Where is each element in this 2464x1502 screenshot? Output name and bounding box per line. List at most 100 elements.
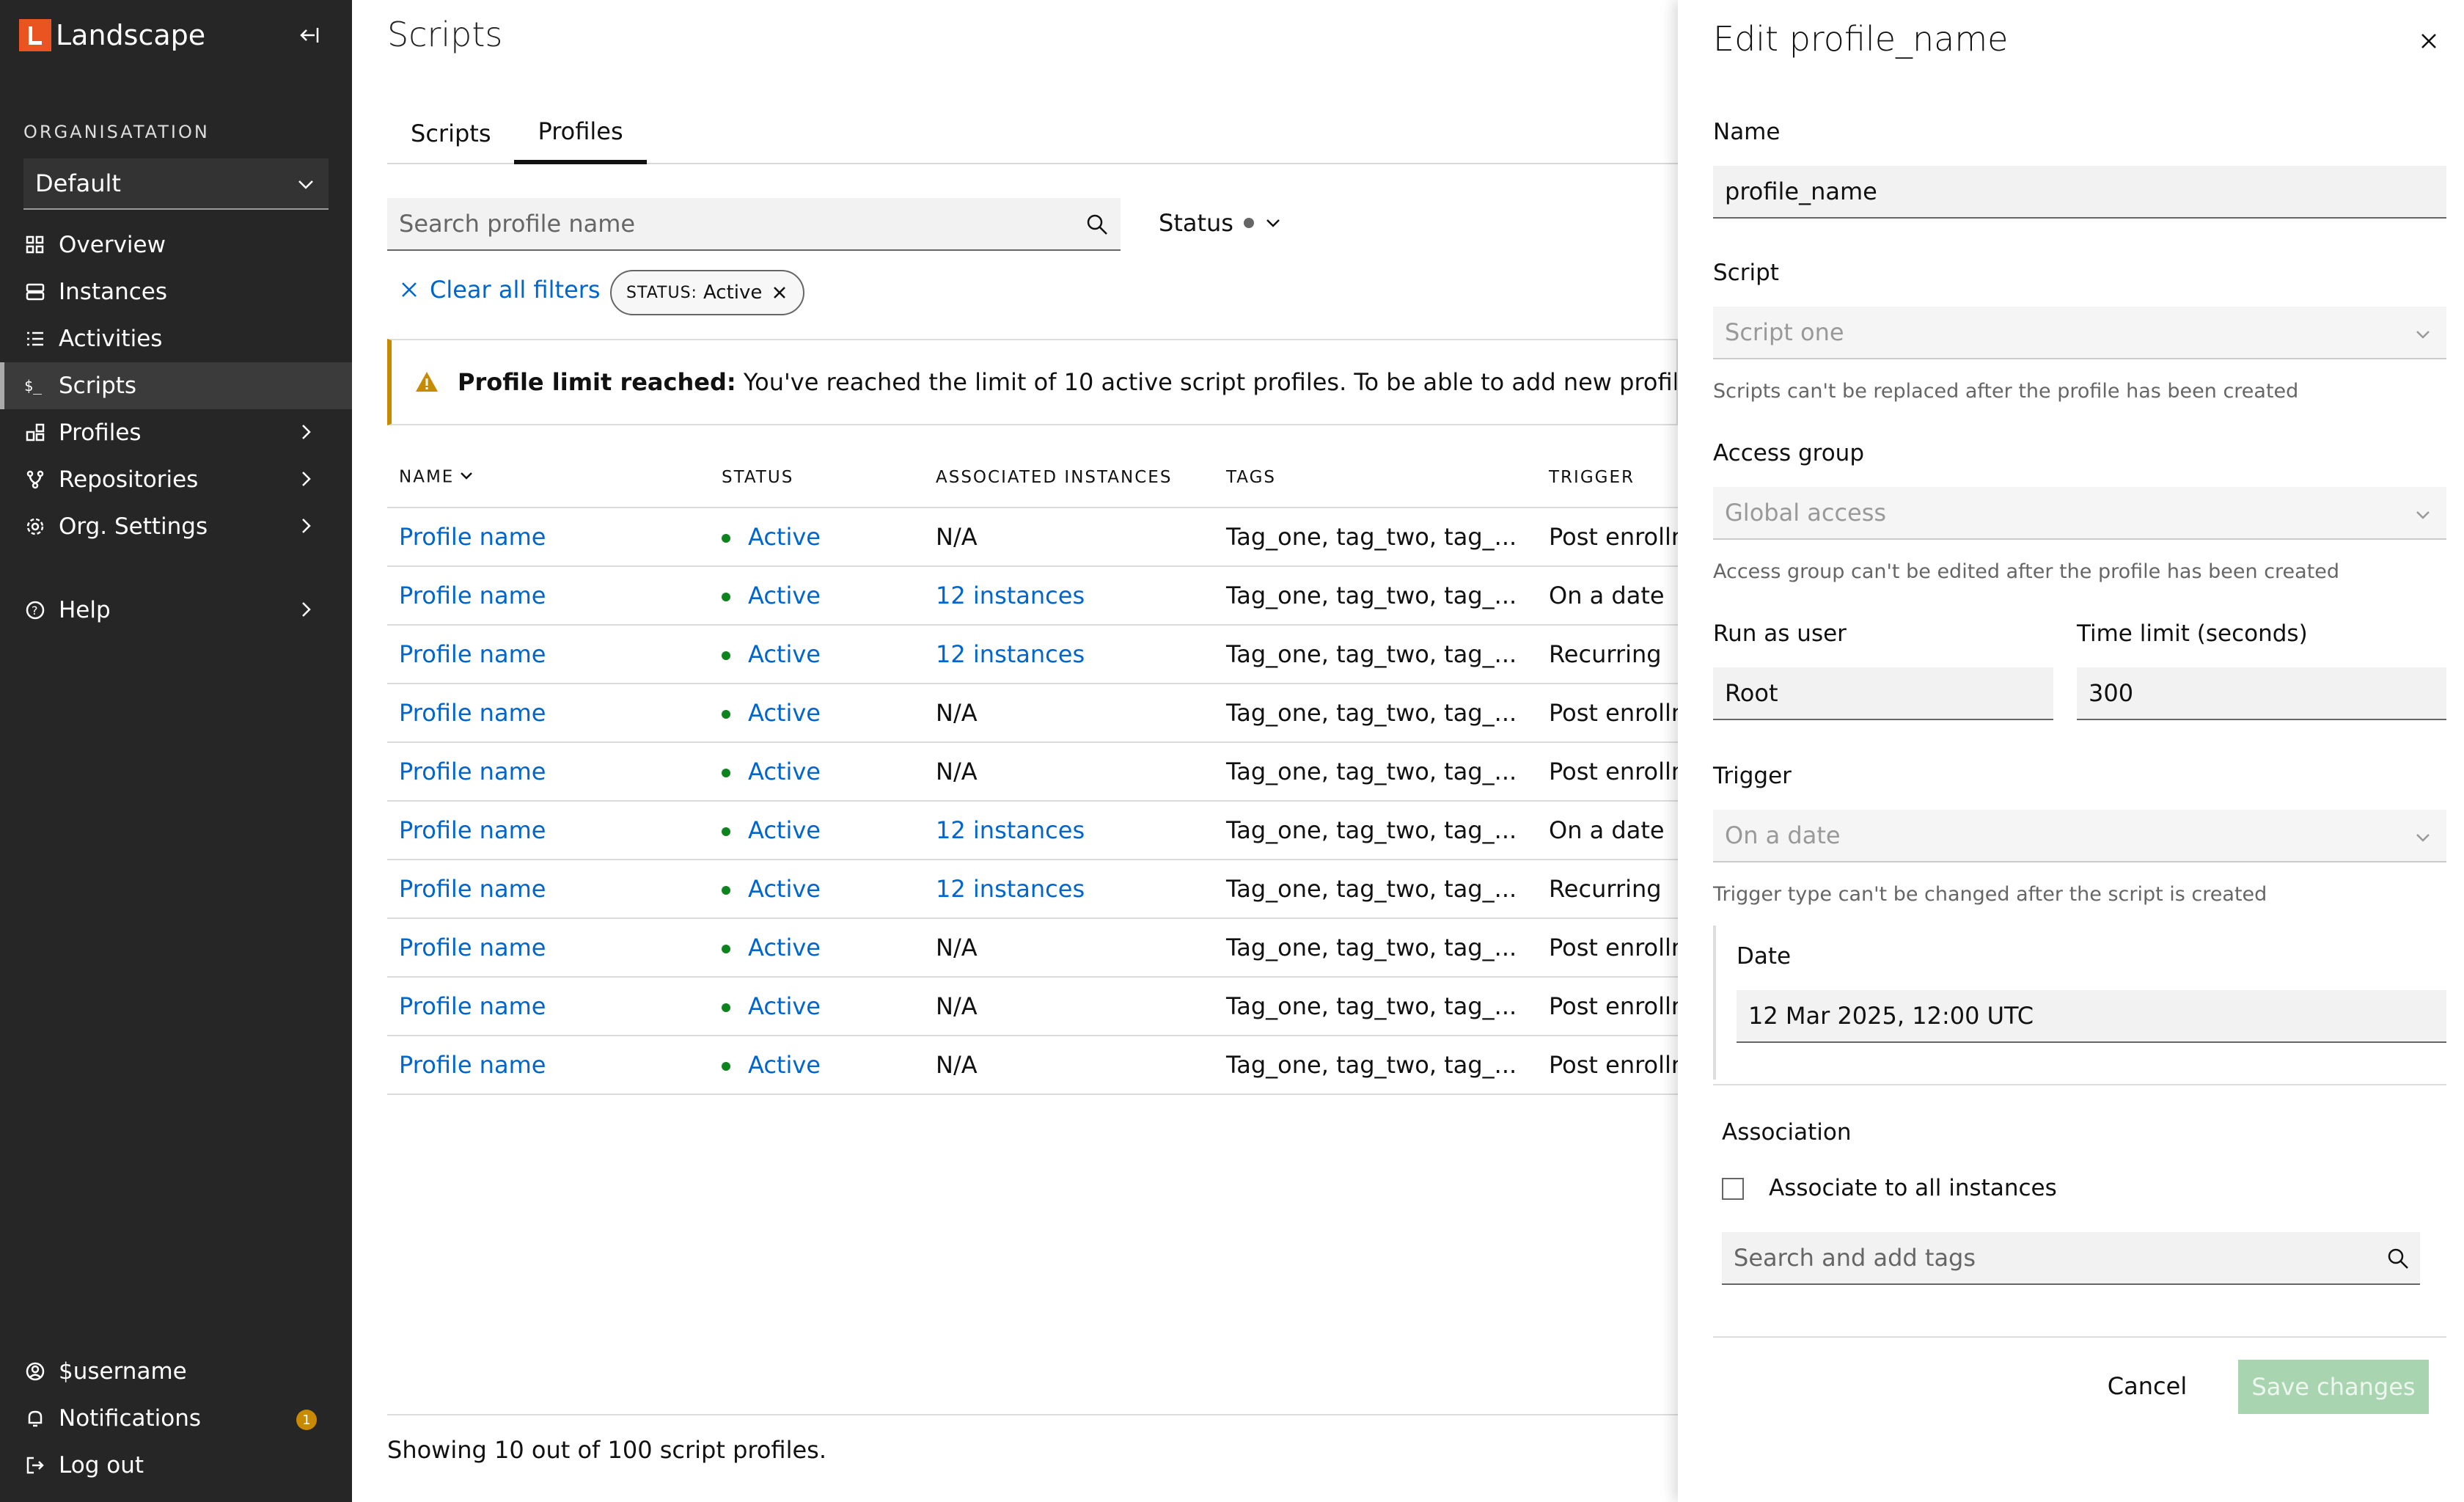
tags-cell: Tag_one, tag_two, tag_... [1214, 566, 1537, 626]
column-header-status: STATUS [710, 447, 924, 508]
chevron-right-icon [295, 468, 317, 496]
run-as-user-value: Root [1725, 679, 1778, 707]
organisation-label: ORGANISATATION [23, 122, 210, 142]
tags-cell: Tag_one, tag_two, tag_... [1214, 918, 1537, 978]
associated-instances-link[interactable]: 12 instances [924, 625, 1214, 684]
date-value: 12 Mar 2025, 12:00 UTC [1748, 1002, 2034, 1030]
profile-name-link[interactable]: Profile name [387, 860, 710, 919]
associated-instances-link[interactable]: 12 instances [924, 801, 1214, 860]
search-icon[interactable] [2386, 1247, 2410, 1273]
sidebar-item-notifications[interactable]: Notifications 1 [0, 1395, 352, 1442]
trigger-cell: Post enrollment [1537, 684, 1678, 743]
status-link[interactable]: Active [748, 875, 821, 903]
sidebar-item-overview[interactable]: Overview [0, 221, 352, 268]
clear-all-filters-button[interactable]: Clear all filters [399, 276, 601, 304]
app-logo[interactable]: Landscape [19, 18, 327, 53]
terminal-icon: $_ [23, 374, 47, 398]
name-field[interactable]: profile_name [1713, 166, 2446, 219]
tab-profiles[interactable]: Profiles [514, 103, 647, 164]
sidebar-item-label: Org. Settings [59, 513, 208, 540]
status-link[interactable]: Active [748, 582, 821, 609]
chip-lead: STATUS: [626, 283, 697, 302]
app-name: Landscape [56, 19, 206, 51]
status-dot [722, 1062, 730, 1071]
sidebar-item-user[interactable]: $username [0, 1348, 352, 1395]
status-link[interactable]: Active [748, 934, 821, 961]
status-link[interactable]: Active [748, 640, 821, 668]
access-group-select: Global access [1713, 487, 2446, 540]
chevron-right-icon [295, 515, 317, 543]
status-cell: Active [710, 860, 924, 919]
status-link[interactable]: Active [748, 992, 821, 1020]
tag-search-box [1722, 1232, 2420, 1285]
profile-name-link[interactable]: Profile name [387, 742, 710, 802]
profiles-table: NAME STATUS ASSOCIATED INSTANCES TAGS TR… [387, 447, 1678, 1095]
table-row: Profile name Active N/A Tag_one, tag_two, t… [387, 684, 1678, 743]
status-filter-chip[interactable]: STATUS: Active [610, 270, 805, 315]
sidebar-item-activities[interactable]: Activities [0, 315, 352, 362]
sidebar-item-scripts[interactable]: $_ Scripts [0, 362, 352, 409]
footer-divider [387, 1414, 1678, 1415]
tab-scripts[interactable]: Scripts [387, 103, 514, 164]
trigger-cell: Post enrollment [1537, 977, 1678, 1036]
tags-cell: Tag_one, tag_two, tag_... [1214, 742, 1537, 802]
status-link[interactable]: Active [748, 699, 821, 727]
status-dot [722, 651, 730, 660]
profile-name-link[interactable]: Profile name [387, 918, 710, 978]
profile-search-input[interactable] [399, 210, 1044, 238]
chevron-down-icon [1263, 213, 1283, 233]
time-limit-field[interactable]: 300 [2077, 667, 2446, 720]
collapse-sidebar-icon[interactable] [292, 18, 327, 53]
cancel-button[interactable]: Cancel [2089, 1360, 2206, 1413]
sidebar-item-logout[interactable]: Log out [0, 1442, 352, 1489]
sidebar: Landscape ORGANISATATION Default Overvie… [0, 0, 352, 1502]
panel-title: Edit profile_name [1713, 19, 2009, 59]
search-icon[interactable] [1085, 213, 1109, 239]
date-field[interactable]: 12 Mar 2025, 12:00 UTC [1737, 990, 2446, 1043]
close-icon [2421, 34, 2436, 48]
status-filter-dropdown[interactable]: Status [1159, 209, 1283, 237]
status-link[interactable]: Active [748, 816, 821, 844]
profile-name-link[interactable]: Profile name [387, 566, 710, 626]
profile-name-link[interactable]: Profile name [387, 684, 710, 743]
associate-all-label[interactable]: Associate to all instances [1769, 1175, 2057, 1201]
notification-count-badge: 1 [296, 1410, 317, 1430]
warning-icon [414, 369, 440, 395]
profile-name-link[interactable]: Profile name [387, 977, 710, 1036]
organisation-select[interactable]: Default [23, 158, 329, 210]
chip-dismiss-icon[interactable] [771, 284, 788, 301]
save-changes-button[interactable]: Save changes [2238, 1360, 2429, 1414]
table-row: Profile name Active N/A Tag_one, tag_two, t… [387, 918, 1678, 978]
close-panel-button[interactable] [2411, 23, 2446, 59]
tags-cell: Tag_one, tag_two, tag_... [1214, 801, 1537, 860]
status-cell: Active [710, 918, 924, 978]
sidebar-item-repositories[interactable]: Repositories [0, 456, 352, 503]
profile-name-link[interactable]: Profile name [387, 508, 710, 567]
status-link[interactable]: Active [748, 1051, 821, 1079]
associated-instances-link[interactable]: 12 instances [924, 860, 1214, 919]
profile-name-link[interactable]: Profile name [387, 801, 710, 860]
status-cell: Active [710, 977, 924, 1036]
run-as-user-field[interactable]: Root [1713, 667, 2053, 720]
status-link[interactable]: Active [748, 758, 821, 785]
associate-all-checkbox[interactable] [1722, 1178, 1744, 1200]
sidebar-item-help[interactable]: ? Help [0, 587, 352, 634]
status-dot [722, 769, 730, 777]
close-icon [399, 279, 419, 300]
table-row: Profile name Active N/A Tag_one, tag_two, t… [387, 977, 1678, 1036]
sidebar-item-profiles[interactable]: Profiles [0, 409, 352, 456]
tag-search-input[interactable] [1734, 1244, 2364, 1272]
date-group-indicator [1713, 926, 1716, 1080]
profile-name-link[interactable]: Profile name [387, 625, 710, 684]
sort-chevron-icon [458, 467, 474, 488]
sidebar-item-org-settings[interactable]: Org. Settings [0, 503, 352, 550]
status-link[interactable]: Active [748, 523, 821, 551]
sidebar-item-instances[interactable]: Instances [0, 268, 352, 315]
status-dot [722, 945, 730, 953]
table-row: Profile name Active N/A Tag_one, tag_two, t… [387, 742, 1678, 802]
associated-instances-link[interactable]: 12 instances [924, 566, 1214, 626]
profile-name-link[interactable]: Profile name [387, 1036, 710, 1095]
date-label: Date [1737, 943, 1792, 970]
column-header-name[interactable]: NAME [387, 447, 710, 508]
status-cell: Active [710, 625, 924, 684]
